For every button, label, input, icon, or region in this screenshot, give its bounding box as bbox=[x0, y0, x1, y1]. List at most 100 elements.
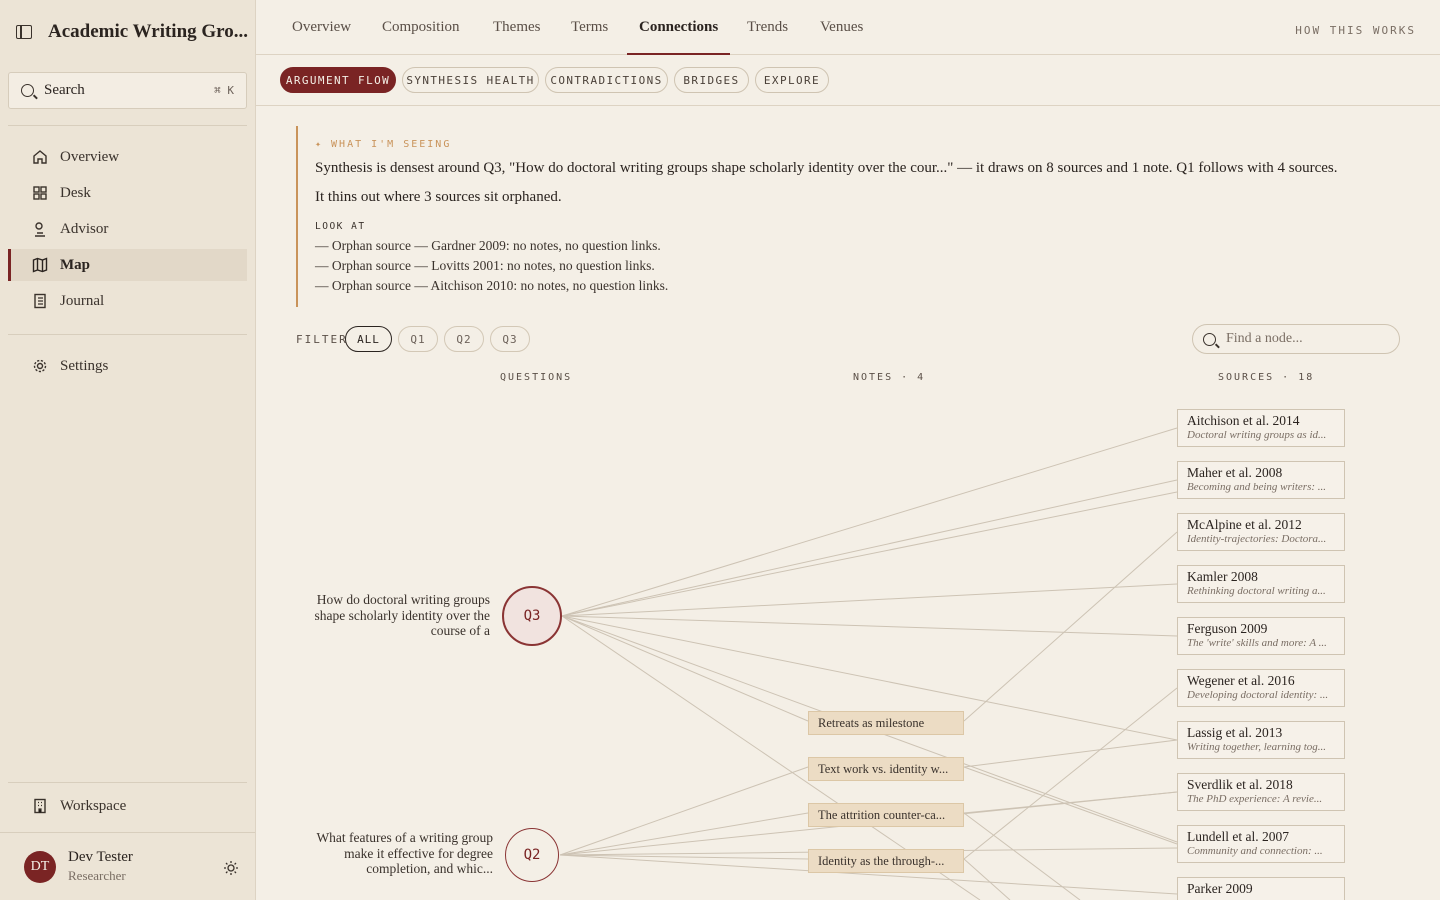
filter-q2[interactable]: Q2 bbox=[444, 326, 484, 352]
column-header-sources: SOURCES · 18 bbox=[1218, 372, 1315, 383]
source-node[interactable]: Kamler 2008 Rethinking doctoral writing … bbox=[1177, 565, 1345, 603]
look-at-item[interactable]: — Orphan source — Gardner 2009: no notes… bbox=[315, 238, 661, 254]
theme-toggle-icon[interactable] bbox=[223, 860, 238, 875]
subtab-bridges[interactable]: BRIDGES bbox=[674, 67, 749, 93]
tab-overview[interactable]: Overview bbox=[292, 0, 351, 55]
subtab-contradictions[interactable]: CONTRADICTIONS bbox=[545, 67, 668, 93]
subtab-explore[interactable]: EXPLORE bbox=[755, 67, 829, 93]
sidebar-item-overview[interactable]: Overview bbox=[8, 141, 247, 173]
tab-themes[interactable]: Themes bbox=[493, 0, 540, 55]
sidebar-item-map[interactable]: Map bbox=[8, 249, 247, 281]
look-at-label: LOOK AT bbox=[315, 221, 366, 232]
tab-composition[interactable]: Composition bbox=[382, 0, 460, 55]
question-text-q3: How do doctoral writing groups shape sch… bbox=[314, 592, 490, 638]
avatar: DT bbox=[24, 850, 56, 883]
journal-icon bbox=[32, 293, 48, 309]
insight-label: ✦ WHAT I'M SEEING bbox=[315, 139, 452, 150]
look-at-item[interactable]: — Orphan source — Lovitts 2001: no notes… bbox=[315, 258, 655, 274]
filter-q3[interactable]: Q3 bbox=[490, 326, 530, 352]
search-input[interactable]: Search ⌘ K bbox=[8, 72, 247, 109]
divider bbox=[8, 125, 247, 126]
user-name: Dev Tester bbox=[68, 849, 133, 865]
question-text-q2: What features of a writing group make it… bbox=[316, 830, 493, 876]
gear-icon bbox=[32, 358, 48, 374]
subtab-argument-flow[interactable]: ARGUMENT FLOW bbox=[280, 67, 396, 93]
find-node-input[interactable] bbox=[1226, 331, 1386, 347]
sidebar-item-desk[interactable]: Desk bbox=[8, 177, 247, 209]
search-label: Search bbox=[44, 82, 85, 98]
source-name: Lassig et al. 2013 bbox=[1187, 725, 1283, 740]
sidebar-toggle-icon[interactable] bbox=[16, 25, 32, 39]
source-title: Writing together, learning tog... bbox=[1187, 741, 1327, 753]
source-name: Maher et al. 2008 bbox=[1187, 465, 1283, 480]
building-icon bbox=[32, 798, 48, 814]
divider bbox=[8, 782, 247, 783]
source-node[interactable]: Maher et al. 2008 Becoming and being wri… bbox=[1177, 461, 1345, 499]
source-title: The 'write' skills and more: A ... bbox=[1187, 637, 1327, 649]
sidebar-item-workspace[interactable]: Workspace bbox=[8, 790, 247, 822]
app-title: Academic Writing Gro... bbox=[48, 21, 249, 42]
sidebar-item-label: Advisor bbox=[60, 220, 109, 237]
insight-detail: It thins out where 3 sources sit orphane… bbox=[315, 189, 562, 205]
sidebar-item-label: Map bbox=[60, 256, 90, 273]
source-node[interactable]: Lundell et al. 2007 Community and connec… bbox=[1177, 825, 1345, 863]
sidebar-item-label: Journal bbox=[60, 292, 105, 309]
sidebar-item-label: Workspace bbox=[60, 797, 127, 814]
sidebar-item-advisor[interactable]: Advisor bbox=[8, 213, 247, 245]
question-node-q3[interactable]: Q3 bbox=[502, 586, 562, 646]
insight-summary: Synthesis is densest around Q3, "How do … bbox=[315, 160, 1338, 176]
source-name: Wegener et al. 2016 bbox=[1187, 673, 1295, 688]
find-node-field[interactable] bbox=[1192, 324, 1400, 354]
sidebar-header: Academic Writing Gro... bbox=[0, 0, 255, 64]
source-title: Doctoral writing groups as id... bbox=[1187, 429, 1327, 441]
sidebar-item-label: Desk bbox=[60, 184, 91, 201]
tab-connections[interactable]: Connections bbox=[626, 0, 731, 55]
source-name: Sverdlik et al. 2018 bbox=[1187, 777, 1293, 792]
source-title: Community and connection: ... bbox=[1187, 845, 1323, 857]
sidebar-item-journal[interactable]: Journal bbox=[8, 285, 247, 317]
note-node[interactable]: Retreats as milestone bbox=[808, 711, 964, 735]
source-name: Parker 2009 bbox=[1187, 881, 1253, 896]
grid-icon bbox=[32, 185, 48, 201]
column-header-notes: NOTES · 4 bbox=[853, 372, 926, 383]
source-node[interactable]: Aitchison et al. 2014 Doctoral writing g… bbox=[1177, 409, 1345, 447]
source-title: Developing doctoral identity: ... bbox=[1187, 689, 1329, 701]
sidebar-item-settings[interactable]: Settings bbox=[8, 350, 247, 382]
source-name: Kamler 2008 bbox=[1187, 569, 1258, 584]
sub-nav: ARGUMENT FLOW SYNTHESIS HEALTH CONTRADIC… bbox=[256, 55, 1440, 106]
column-header-questions: QUESTIONS bbox=[500, 372, 573, 383]
filter-all[interactable]: ALL bbox=[345, 326, 392, 352]
insight-panel: ✦ WHAT I'M SEEING Synthesis is densest a… bbox=[296, 126, 1396, 307]
source-node[interactable]: Wegener et al. 2016 Developing doctoral … bbox=[1177, 669, 1345, 707]
note-node[interactable]: The attrition counter-ca... bbox=[808, 803, 964, 827]
divider bbox=[8, 334, 247, 335]
sidebar-item-label: Settings bbox=[60, 357, 109, 374]
sidebar-item-label: Overview bbox=[60, 148, 120, 165]
filter-q1[interactable]: Q1 bbox=[398, 326, 438, 352]
filter-label: FILTER bbox=[296, 333, 348, 346]
source-node[interactable]: Sverdlik et al. 2018 The PhD experience:… bbox=[1177, 773, 1345, 811]
search-icon bbox=[1203, 332, 1216, 346]
top-nav: Overview Composition Themes Terms Connec… bbox=[256, 0, 1440, 55]
note-node[interactable]: Text work vs. identity w... bbox=[808, 757, 964, 781]
user-role: Researcher bbox=[68, 868, 126, 883]
source-name: Ferguson 2009 bbox=[1187, 621, 1268, 636]
advisor-icon bbox=[32, 221, 48, 237]
user-profile[interactable]: DT Dev Tester Researcher bbox=[0, 832, 255, 900]
search-shortcut: ⌘ K bbox=[214, 84, 234, 97]
note-node[interactable]: Identity as the through-... bbox=[808, 849, 964, 873]
tab-venues[interactable]: Venues bbox=[820, 0, 863, 55]
tab-trends[interactable]: Trends bbox=[747, 0, 788, 55]
source-title: Rethinking doctoral writing a... bbox=[1187, 585, 1326, 597]
search-icon bbox=[21, 84, 34, 97]
subtab-synthesis-health[interactable]: SYNTHESIS HEALTH bbox=[402, 67, 539, 93]
look-at-item[interactable]: — Orphan source — Aitchison 2010: no not… bbox=[315, 278, 668, 294]
how-this-works-link[interactable]: HOW THIS WORKS bbox=[1295, 24, 1416, 37]
source-node[interactable]: Parker 2009 bbox=[1177, 877, 1345, 900]
tab-terms[interactable]: Terms bbox=[571, 0, 608, 55]
source-node[interactable]: Lassig et al. 2013 Writing together, lea… bbox=[1177, 721, 1345, 759]
source-node[interactable]: McAlpine et al. 2012 Identity-trajectori… bbox=[1177, 513, 1345, 551]
source-node[interactable]: Ferguson 2009 The 'write' skills and mor… bbox=[1177, 617, 1345, 655]
question-node-q2[interactable]: Q2 bbox=[505, 828, 559, 882]
source-name: McAlpine et al. 2012 bbox=[1187, 517, 1302, 532]
